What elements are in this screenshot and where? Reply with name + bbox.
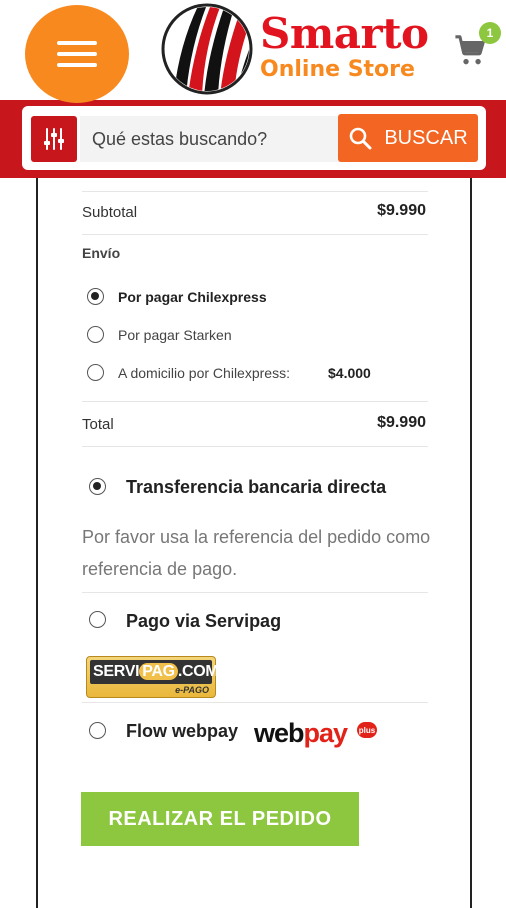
search-icon (350, 127, 372, 150)
servipag-logo-text: SERVI PAG .COM (90, 660, 219, 684)
payment-method-label[interactable]: Transferencia bancaria directa (126, 477, 386, 498)
transfer-note: Por favor usa la referencia del pedido c… (82, 527, 431, 579)
total-label: Total (82, 416, 114, 433)
total-value: $9.990 (377, 414, 426, 431)
payment-radio-webpay[interactable] (89, 722, 106, 739)
shipping-radio-domicilio[interactable] (87, 364, 104, 381)
menu-bar-icon (57, 63, 97, 67)
subtotal-label: Subtotal (82, 204, 138, 221)
payment-radio-servipag[interactable] (89, 611, 106, 628)
divider (82, 234, 428, 235)
search-bar: BUSCAR (0, 100, 506, 178)
divider (82, 702, 428, 703)
store-logo[interactable]: Smarto Online Store (160, 2, 435, 97)
payment-radio-transfer[interactable] (89, 478, 106, 495)
search-box: BUSCAR (22, 106, 486, 170)
place-order-button[interactable]: REALIZAR EL PEDIDO (81, 792, 359, 846)
filter-button[interactable] (31, 116, 77, 162)
logo-emblem-icon (161, 3, 253, 95)
shipping-option-label[interactable]: Por pagar Chilexpress (118, 289, 267, 305)
shipping-label: Envío (82, 245, 121, 261)
cart-button[interactable]: 1 (454, 22, 501, 66)
webpay-logo: webpay plus (254, 718, 377, 748)
logo-title: Smarto (260, 9, 429, 58)
logo-subtitle: Online Store (260, 57, 415, 82)
payment-method-label[interactable]: Flow webpay (126, 721, 238, 742)
shipping-option-price: $4.000 (328, 365, 371, 381)
menu-bar-icon (57, 41, 97, 45)
servipag-logo-subtext: e-PAGO (175, 685, 209, 695)
sliders-icon (44, 128, 64, 150)
divider (82, 446, 428, 447)
cart-count-badge: 1 (479, 22, 501, 44)
site-header: Smarto Online Store 1 (0, 0, 506, 103)
divider (82, 191, 428, 192)
shipping-radio-chilexpress[interactable] (87, 288, 104, 305)
shipping-radio-starken[interactable] (87, 326, 104, 343)
payment-method-label[interactable]: Pago via Servipag (126, 611, 281, 632)
divider (82, 401, 428, 402)
divider (82, 592, 428, 593)
search-button-label: BUSCAR (384, 126, 468, 149)
menu-bar-icon (57, 52, 97, 56)
subtotal-value: $9.990 (377, 202, 426, 219)
search-button[interactable]: BUSCAR (338, 114, 478, 162)
shipping-option-label[interactable]: Por pagar Starken (118, 327, 232, 343)
search-input[interactable] (80, 116, 340, 162)
hamburger-menu-button[interactable] (25, 5, 129, 103)
shipping-option-label[interactable]: A domicilio por Chilexpress: (118, 365, 290, 381)
webpay-plus-badge: plus (357, 722, 377, 738)
servipag-logo: SERVI PAG .COM e-PAGO (86, 656, 219, 698)
